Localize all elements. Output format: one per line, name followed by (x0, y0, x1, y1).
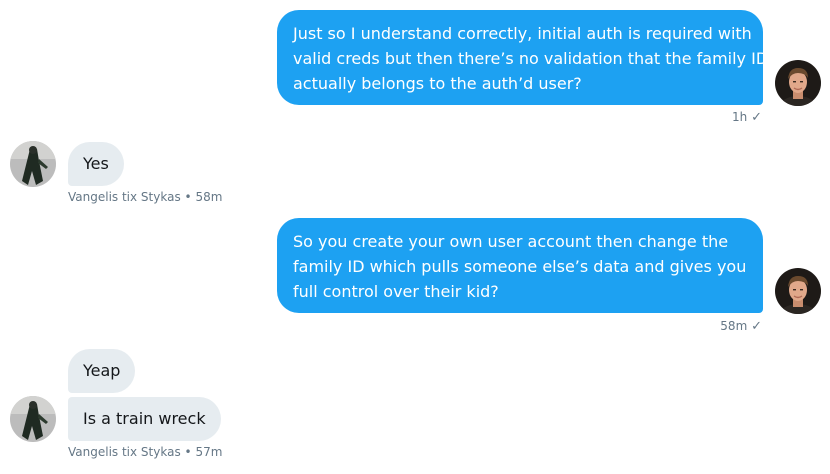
message-text: Is a train wreck (83, 409, 206, 428)
message-line: valid creds but then there’s no validati… (293, 49, 763, 68)
incoming-message-bubble[interactable]: Yeap (68, 349, 136, 393)
incoming-message-bubble[interactable]: Yes (68, 142, 124, 186)
message-line: So you create your own user account then… (293, 232, 729, 251)
sender-avatar[interactable] (10, 396, 56, 442)
message-line: actually belongs to the auth’d user? (293, 74, 582, 93)
outgoing-message-bubble[interactable]: So you create your own user account then… (277, 218, 763, 313)
message-line: Just so I understand correctly, initial … (293, 24, 752, 43)
incoming-message-bubble[interactable]: Is a train wreck (68, 397, 221, 441)
message-text: Yeap (83, 361, 121, 380)
message-meta: 58m ✓ (640, 319, 762, 334)
check-icon: ✓ (751, 110, 762, 125)
message-line: family ID which pulls someone else’s dat… (293, 257, 747, 276)
separator-dot: • (184, 190, 192, 204)
message-time: 58m (720, 319, 748, 333)
message-time: 57m (195, 445, 223, 459)
sender-name[interactable]: Vangelis tix Stykas (68, 190, 181, 204)
message-meta: Vangelis tix Stykas • 58m (68, 190, 222, 204)
my-avatar[interactable] (775, 60, 821, 106)
my-avatar[interactable] (775, 268, 821, 314)
message-time: 1h (732, 110, 748, 124)
message-time: 58m (195, 190, 223, 204)
message-meta: Vangelis tix Stykas • 57m (68, 445, 222, 459)
message-text: Yes (83, 154, 109, 173)
message-meta: 1h ✓ (640, 110, 762, 125)
separator-dot: • (184, 445, 192, 459)
message-line: full control over their kid? (293, 282, 499, 301)
check-icon: ✓ (751, 319, 762, 334)
outgoing-message-bubble[interactable]: Just so I understand correctly, initial … (277, 10, 763, 105)
sender-avatar[interactable] (10, 141, 56, 187)
sender-name[interactable]: Vangelis tix Stykas (68, 445, 181, 459)
